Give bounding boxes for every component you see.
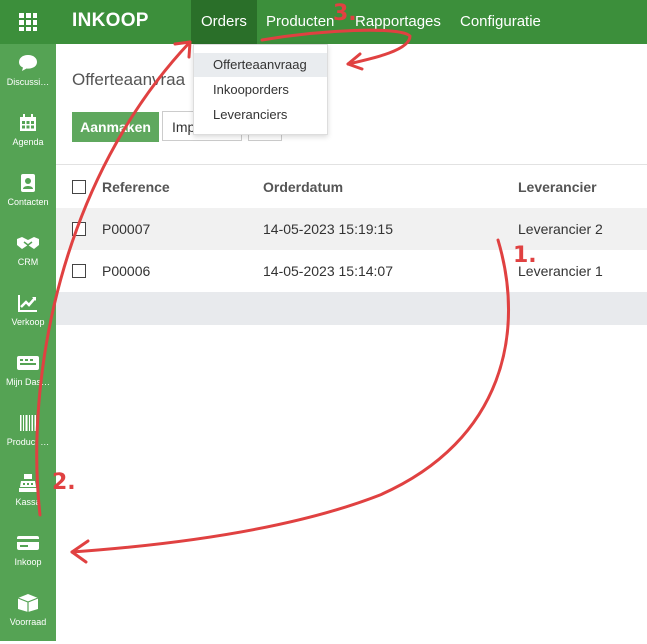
sidebar-item-label: Contacten (7, 197, 49, 207)
chat-icon (19, 55, 37, 71)
sidebar-item-product[interactable]: Product … (0, 404, 56, 464)
sidebar-item-kassa[interactable]: Kassa (0, 464, 56, 524)
sidebar-item-label: Inkoop (14, 557, 42, 567)
main-content: Offerteaanvraa Aanmaken Imp Reference Or… (56, 44, 647, 641)
cell-orderdatum: 14-05-2023 15:19:15 (263, 221, 393, 237)
sidebar-item-label: Discussi… (6, 77, 50, 87)
cell-reference: P00006 (102, 263, 151, 279)
handshake-icon (17, 237, 39, 249)
sidebar-item-inkoop[interactable]: Inkoop (0, 524, 56, 584)
table-row[interactable]: P00006 14-05-2023 15:14:07 Leverancier 1 (56, 250, 647, 292)
divider (56, 164, 647, 165)
cell-reference: P00007 (102, 221, 151, 237)
sidebar-item-label: CRM (17, 257, 39, 267)
table-footer-band (56, 292, 647, 325)
app-sidebar: Discussi… Agenda Contacten CRM Verkoop M… (0, 44, 56, 641)
column-header-reference[interactable]: Reference (102, 166, 170, 208)
sidebar-item-label: Verkoop (11, 317, 45, 327)
trend-chart-icon (18, 295, 37, 312)
annotation-step-3: 3. (333, 1, 357, 26)
cell-orderdatum: 14-05-2023 15:14:07 (263, 263, 393, 279)
orders-dropdown-menu: Offerteaanvraag Inkooporders Leverancier… (193, 44, 328, 135)
menu-rapportages[interactable]: Rapportages (345, 0, 451, 44)
sidebar-item-label: Kassa (15, 497, 41, 507)
sidebar-item-label: Mijn Das… (5, 377, 50, 387)
contacts-icon (21, 174, 35, 192)
sidebar-item-dashboard[interactable]: Mijn Das… (0, 344, 56, 404)
sidebar-item-label: Product … (6, 437, 50, 447)
apps-grid-icon[interactable] (18, 12, 38, 32)
app-title: INKOOP (72, 10, 149, 31)
box-icon (17, 594, 39, 612)
dropdown-item-leveranciers[interactable]: Leveranciers (194, 103, 327, 127)
sidebar-item-agenda[interactable]: Agenda (0, 104, 56, 164)
sidebar-item-label: Agenda (12, 137, 44, 147)
credit-card-icon (17, 536, 39, 550)
row-checkbox[interactable] (72, 222, 86, 236)
row-checkbox[interactable] (72, 264, 86, 278)
annotation-step-1: 1. (513, 243, 537, 268)
menu-configuratie[interactable]: Configuratie (450, 0, 551, 44)
table-header: Reference Orderdatum Leverancier (56, 166, 647, 208)
sidebar-item-label: Voorraad (9, 617, 47, 627)
column-header-orderdatum[interactable]: Orderdatum (263, 166, 343, 208)
top-navbar: INKOOP Orders Producten Rapportages Conf… (0, 0, 647, 44)
sidebar-item-discussie[interactable]: Discussi… (0, 44, 56, 104)
dropdown-item-offerteaanvraag[interactable]: Offerteaanvraag (194, 53, 327, 77)
column-header-leverancier[interactable]: Leverancier (518, 166, 597, 208)
sidebar-item-verkoop[interactable]: Verkoop (0, 284, 56, 344)
dropdown-item-inkooporders[interactable]: Inkooporders (194, 78, 327, 102)
barcode-icon (20, 415, 36, 431)
sidebar-item-crm[interactable]: CRM (0, 224, 56, 284)
dashboard-icon (17, 356, 39, 370)
menu-orders[interactable]: Orders (191, 0, 257, 44)
calendar-icon (20, 114, 36, 131)
page-title: Offerteaanvraa (72, 70, 186, 89)
sidebar-item-voorraad[interactable]: Voorraad (0, 584, 56, 644)
table-row[interactable]: P00007 14-05-2023 15:19:15 Leverancier 2 (56, 208, 647, 250)
create-button[interactable]: Aanmaken (72, 112, 159, 142)
select-all-checkbox[interactable] (72, 180, 86, 194)
annotation-step-2: 2. (52, 470, 76, 495)
menu-producten[interactable]: Producten (256, 0, 344, 44)
sidebar-item-contacten[interactable]: Contacten (0, 164, 56, 224)
cash-register-icon (19, 474, 37, 492)
